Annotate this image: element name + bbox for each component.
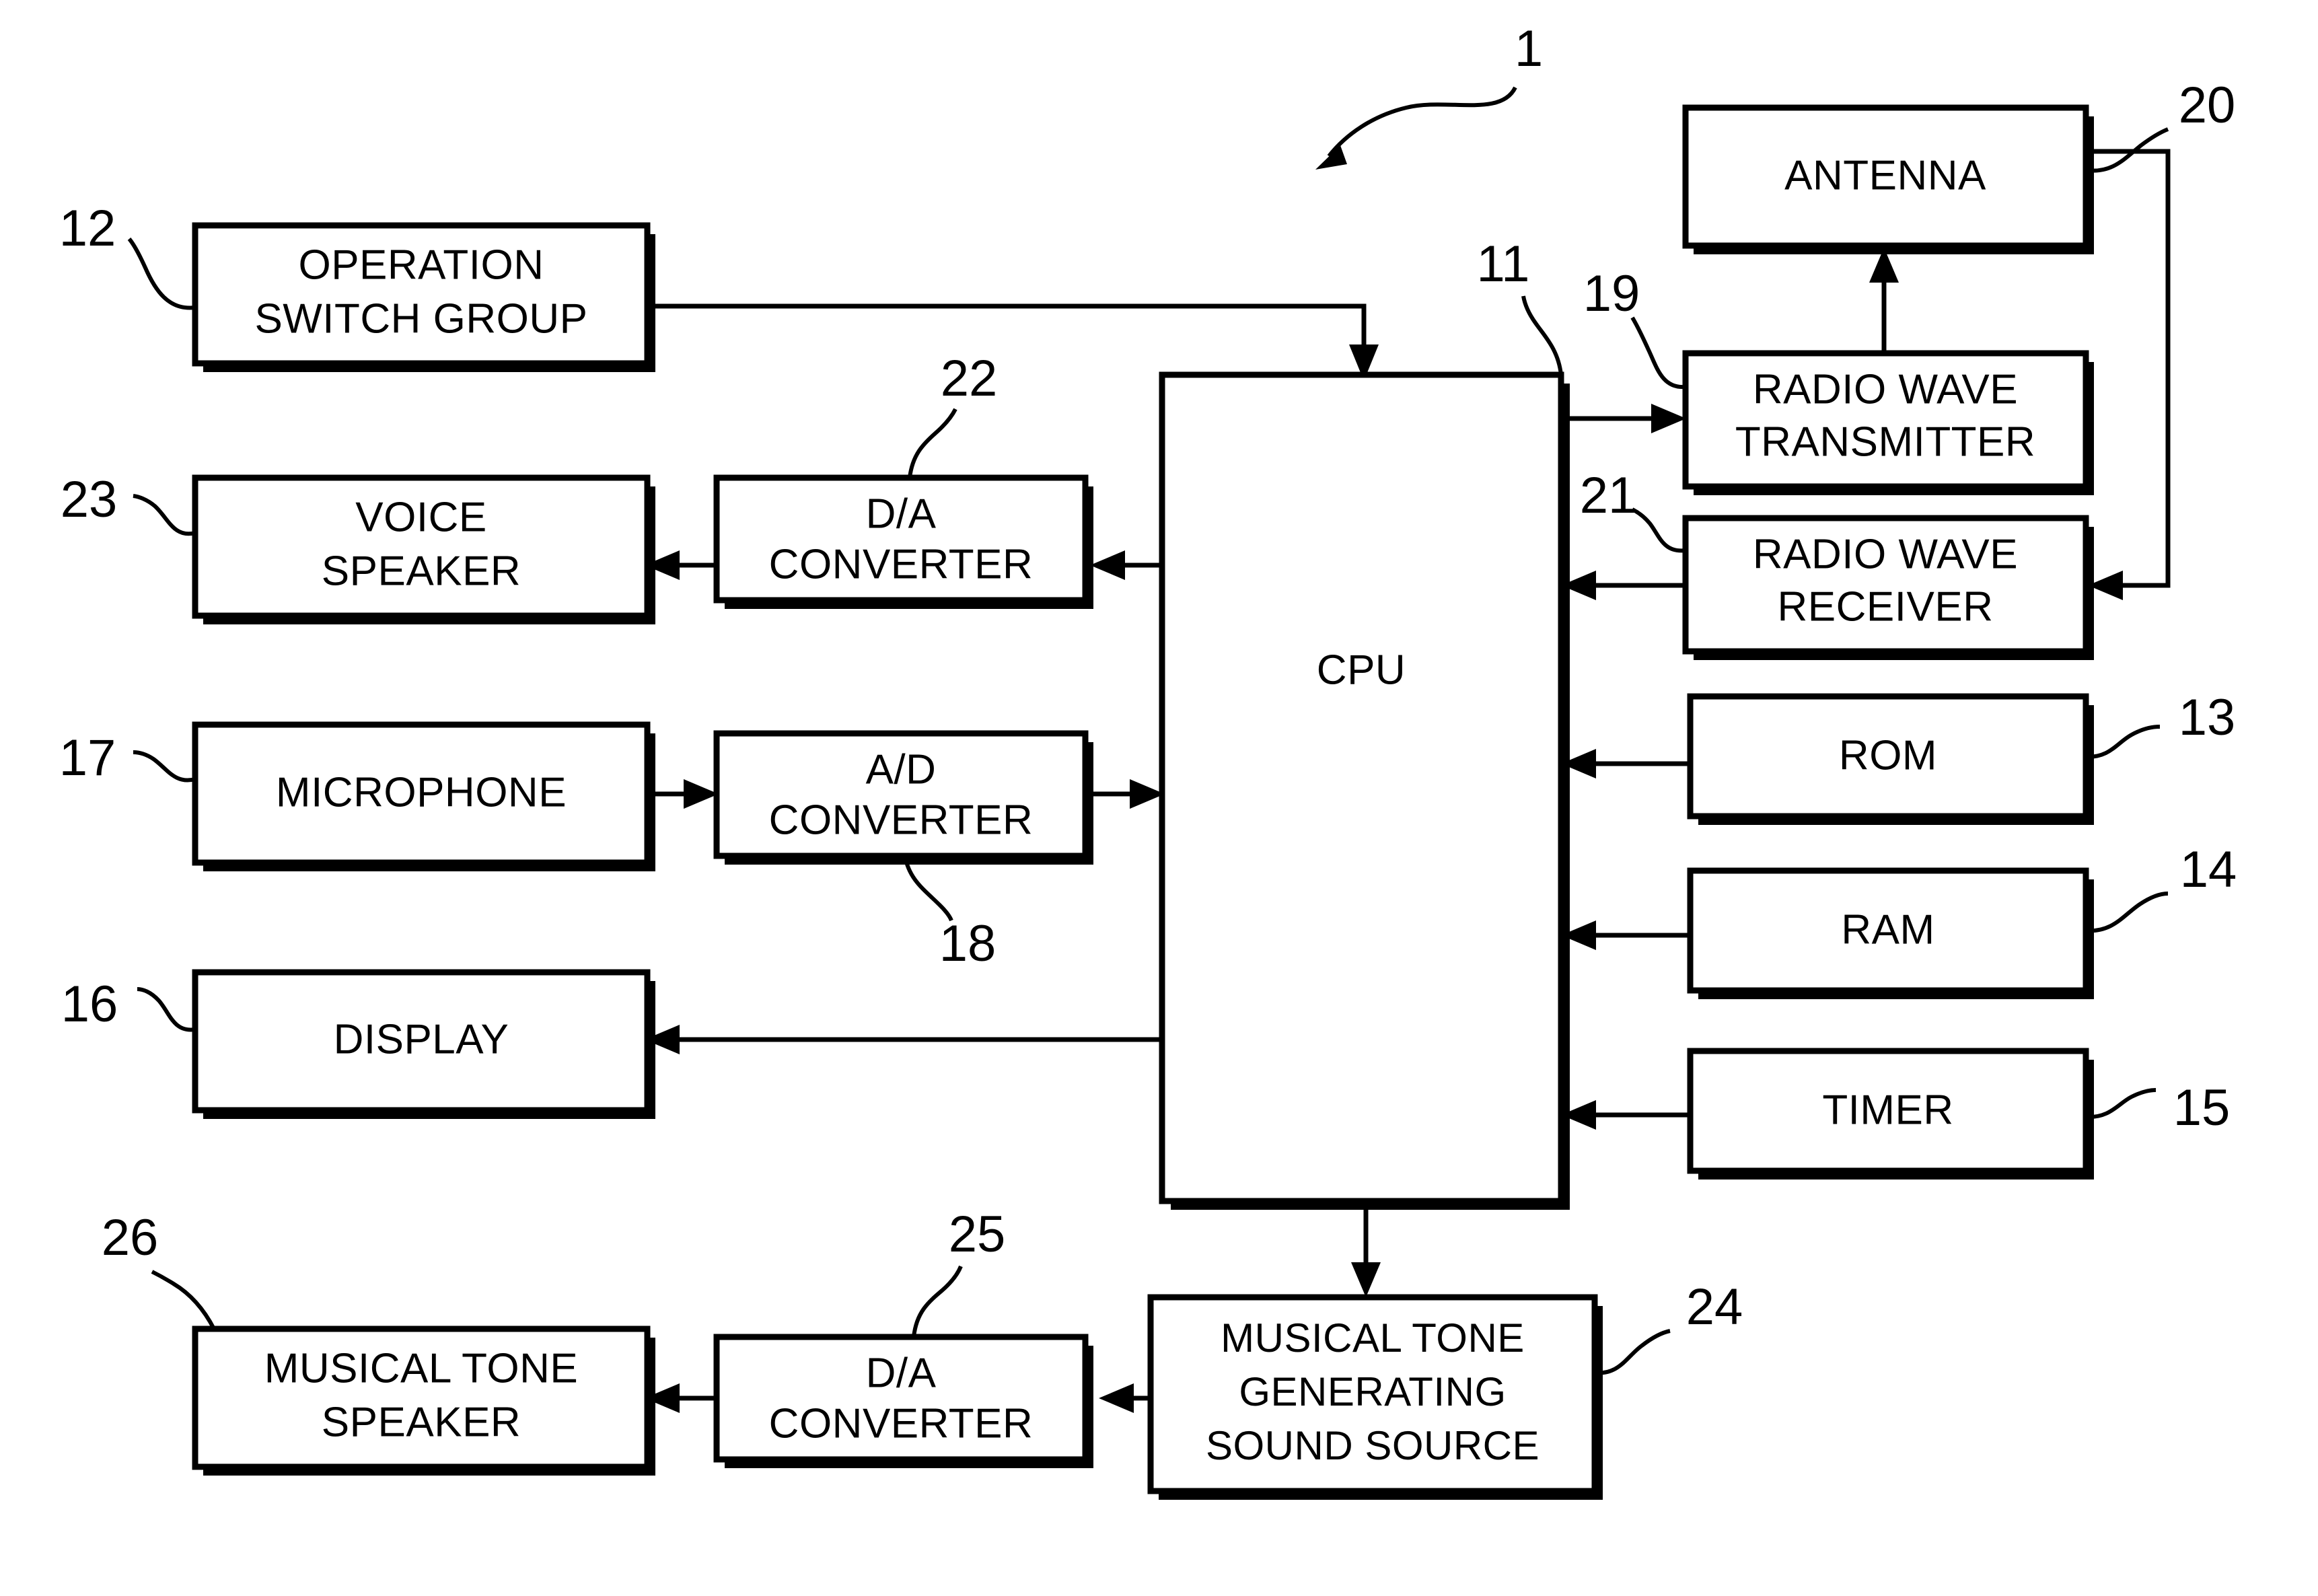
block-radio-wave-receiver[interactable]: RADIO WAVE RECEIVER: [1682, 515, 2094, 660]
arrowhead-cpu-to-transmitter: [1651, 404, 1686, 433]
leader-radio-wave-receiver: [1631, 507, 1686, 553]
ref-number-microphone: 17: [59, 729, 116, 787]
connector-antenna-to-receiver: [2086, 149, 2171, 588]
ref-number-ad-converter: 18: [939, 915, 997, 972]
connector-switchgroup-to-cpu: [646, 303, 1367, 363]
block-display[interactable]: DISPLAY: [192, 969, 655, 1119]
block-voice-speaker[interactable]: VOICE SPEAKER: [192, 474, 655, 624]
leader-microphone: [133, 750, 196, 783]
ad-converter-label-line1: A/D: [866, 746, 937, 793]
figure-canvas: OPERATION SWITCH GROUP VOICE SPEAKER MIC…: [0, 0, 2318, 1596]
leader-cpu: [1521, 295, 1563, 375]
block-operation-switch-group[interactable]: OPERATION SWITCH GROUP: [192, 222, 655, 372]
ad-converter-label-line2: CONVERTER: [769, 797, 1034, 843]
ref-number-display: 16: [61, 976, 118, 1033]
leader-system-ref: [1327, 86, 1517, 157]
ref-number-cpu: 11: [1477, 235, 1530, 293]
block-musical-tone-generating-sound-source[interactable]: MUSICAL TONE GENERATING SOUND SOURCE: [1147, 1294, 1603, 1500]
ref-number-mtgss: 24: [1686, 1278, 1743, 1336]
voice-speaker-label-line2: SPEAKER: [322, 548, 521, 594]
leader-ad-converter: [903, 855, 953, 922]
leader-operation-switch-group: [127, 238, 196, 310]
leader-da-converter-voice: [908, 408, 957, 478]
leader-mtgss: [1594, 1329, 1671, 1375]
block-antenna[interactable]: ANTENNA: [1682, 104, 2094, 254]
block-ad-converter[interactable]: A/D CONVERTER: [713, 730, 1093, 865]
musical-tone-speaker-label-line2: SPEAKER: [322, 1399, 521, 1445]
mtgss-label-line2: GENERATING: [1239, 1369, 1506, 1414]
radio-wave-transmitter-label-line2: TRANSMITTER: [1735, 419, 2035, 465]
ref-number-timer: 15: [2173, 1079, 2231, 1136]
microphone-label: MICROPHONE: [276, 769, 567, 815]
da-converter-voice-label-line2: CONVERTER: [769, 541, 1034, 587]
leader-ram: [2085, 892, 2169, 933]
block-diagram: OPERATION SWITCH GROUP VOICE SPEAKER MIC…: [59, 20, 2237, 1500]
leader-musical-tone-speaker: [151, 1270, 216, 1330]
operation-switch-group-label-line2: SWITCH GROUP: [254, 295, 587, 342]
block-timer[interactable]: TIMER: [1687, 1048, 2094, 1180]
ref-number-operation-switch-group: 12: [59, 200, 116, 257]
musical-tone-speaker-label-line1: MUSICAL TONE: [264, 1345, 579, 1391]
block-da-converter-tone[interactable]: D/A CONVERTER: [713, 1334, 1093, 1468]
arrowhead-mtgss-to-da25: [1099, 1383, 1134, 1413]
arrowhead-cpu-to-da22: [1090, 550, 1125, 580]
leader-radio-wave-transmitter: [1630, 316, 1686, 390]
mtgss-label-line1: MUSICAL TONE: [1221, 1315, 1525, 1361]
block-musical-tone-speaker[interactable]: MUSICAL TONE SPEAKER: [192, 1326, 655, 1476]
block-da-converter-voice[interactable]: D/A CONVERTER: [713, 474, 1093, 609]
ref-number-radio-wave-transmitter: 19: [1583, 265, 1640, 322]
arrowhead-microphone-to-ad18: [684, 779, 719, 809]
leader-voice-speaker: [133, 494, 196, 536]
block-radio-wave-transmitter[interactable]: RADIO WAVE TRANSMITTER: [1682, 350, 2094, 495]
timer-label: TIMER: [1822, 1087, 1953, 1133]
arrowhead-system-ref: [1315, 145, 1347, 170]
rom-label: ROM: [1839, 732, 1937, 778]
mtgss-label-line3: SOUND SOURCE: [1206, 1423, 1540, 1468]
cpu-label: CPU: [1317, 647, 1406, 693]
leader-timer: [2085, 1088, 2157, 1120]
ref-number-radio-wave-receiver: 21: [1580, 467, 1637, 524]
da-converter-voice-label-line1: D/A: [866, 491, 937, 537]
da-converter-tone-label-line2: CONVERTER: [769, 1400, 1034, 1447]
block-ram[interactable]: RAM: [1687, 867, 2094, 999]
antenna-label: ANTENNA: [1784, 152, 1986, 198]
ram-label: RAM: [1841, 906, 1934, 953]
leader-display: [137, 987, 196, 1032]
arrowhead-cpu-to-mtgss: [1351, 1262, 1381, 1297]
ref-number-antenna: 20: [2179, 77, 2236, 134]
cpu-fill: [1162, 375, 1561, 1201]
block-rom[interactable]: ROM: [1687, 693, 2094, 825]
display-label: DISPLAY: [334, 1016, 509, 1062]
leader-da-converter-tone: [912, 1265, 963, 1338]
leader-rom: [2085, 725, 2161, 760]
da-converter-tone-label-line1: D/A: [866, 1350, 937, 1396]
ref-number-da-converter-tone: 25: [949, 1206, 1006, 1263]
ref-number-rom: 13: [2179, 689, 2236, 746]
ref-number-voice-speaker: 23: [61, 471, 118, 528]
operation-switch-group-label-line1: OPERATION: [298, 242, 544, 288]
radio-wave-receiver-label-line1: RADIO WAVE: [1753, 531, 2018, 577]
ref-number-musical-tone-speaker: 26: [102, 1209, 159, 1266]
radio-wave-transmitter-label-line1: RADIO WAVE: [1753, 366, 2018, 412]
ref-number-ram: 14: [2180, 841, 2237, 898]
block-microphone[interactable]: MICROPHONE: [192, 721, 655, 871]
voice-speaker-label-line1: VOICE: [355, 494, 486, 540]
block-cpu[interactable]: CPU: [1159, 371, 1570, 1210]
ref-number-system: 1: [1515, 20, 1543, 77]
ref-number-da-converter-voice: 22: [941, 350, 998, 407]
radio-wave-receiver-label-line2: RECEIVER: [1778, 583, 1994, 630]
